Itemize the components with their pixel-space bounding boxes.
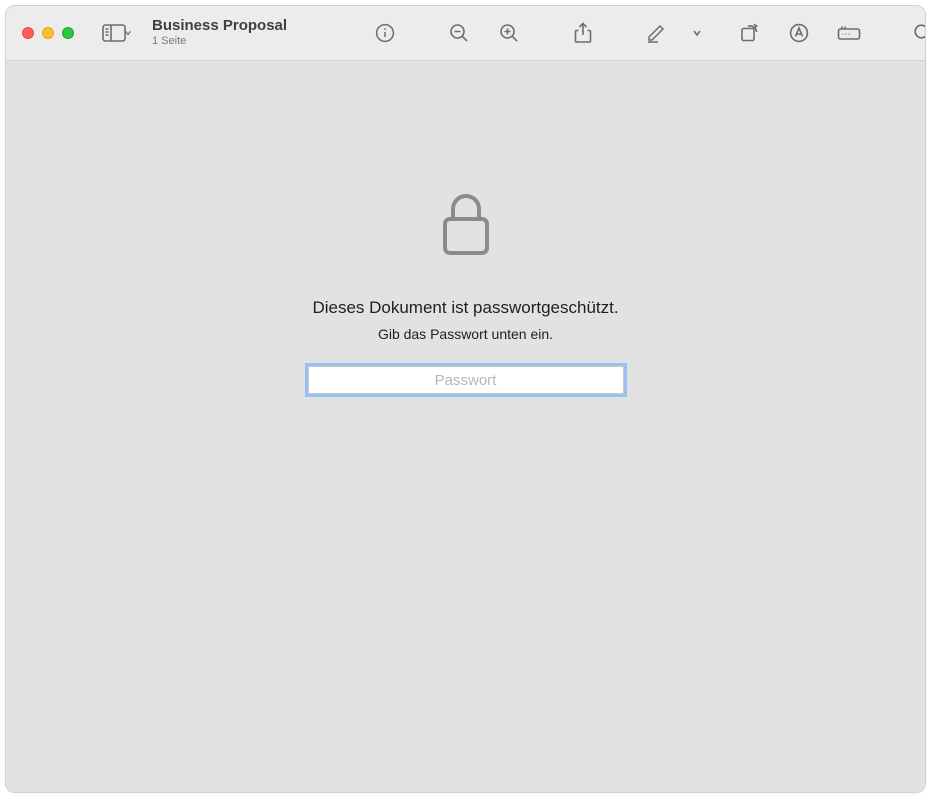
minimize-window-button[interactable] — [42, 27, 54, 39]
search-button[interactable] — [902, 19, 926, 47]
app-window: Business Proposal 1 Seite — [5, 5, 926, 793]
info-icon — [375, 23, 395, 43]
protected-message: Dieses Dokument ist passwortgeschützt. — [308, 298, 624, 318]
rotate-button[interactable] — [728, 19, 770, 47]
markup-pen-icon — [789, 23, 809, 43]
highlight-button[interactable] — [636, 19, 678, 47]
highlight-menu-button[interactable] — [686, 19, 708, 47]
close-window-button[interactable] — [22, 27, 34, 39]
password-panel: Dieses Dokument ist passwortgeschützt. G… — [308, 191, 624, 792]
chevron-down-icon — [124, 24, 132, 42]
share-icon — [574, 22, 592, 44]
chevron-down-icon — [692, 24, 702, 42]
form-fields-button[interactable] — [828, 19, 870, 47]
window-controls — [22, 27, 74, 39]
sidebar-toggle-button[interactable] — [96, 19, 138, 47]
password-input[interactable] — [308, 366, 624, 394]
markup-button[interactable] — [778, 19, 820, 47]
highlighter-icon — [646, 23, 668, 43]
lock-icon — [439, 191, 493, 262]
content-area: Dieses Dokument ist passwortgeschützt. G… — [6, 61, 925, 792]
zoom-out-icon — [449, 23, 469, 43]
zoom-out-button[interactable] — [438, 19, 480, 47]
zoom-in-icon — [499, 23, 519, 43]
title-block: Business Proposal 1 Seite — [152, 18, 312, 48]
zoom-in-button[interactable] — [488, 19, 530, 47]
document-title: Business Proposal — [152, 18, 312, 35]
zoom-window-button[interactable] — [62, 27, 74, 39]
form-field-icon — [837, 25, 861, 41]
document-subtitle: 1 Seite — [152, 35, 312, 48]
toolbar: Business Proposal 1 Seite — [6, 6, 925, 61]
info-button[interactable] — [364, 19, 406, 47]
search-icon — [913, 23, 926, 43]
enter-password-label: Gib das Passwort unten ein. — [308, 326, 624, 342]
rotate-icon — [739, 23, 759, 43]
share-button[interactable] — [562, 19, 604, 47]
